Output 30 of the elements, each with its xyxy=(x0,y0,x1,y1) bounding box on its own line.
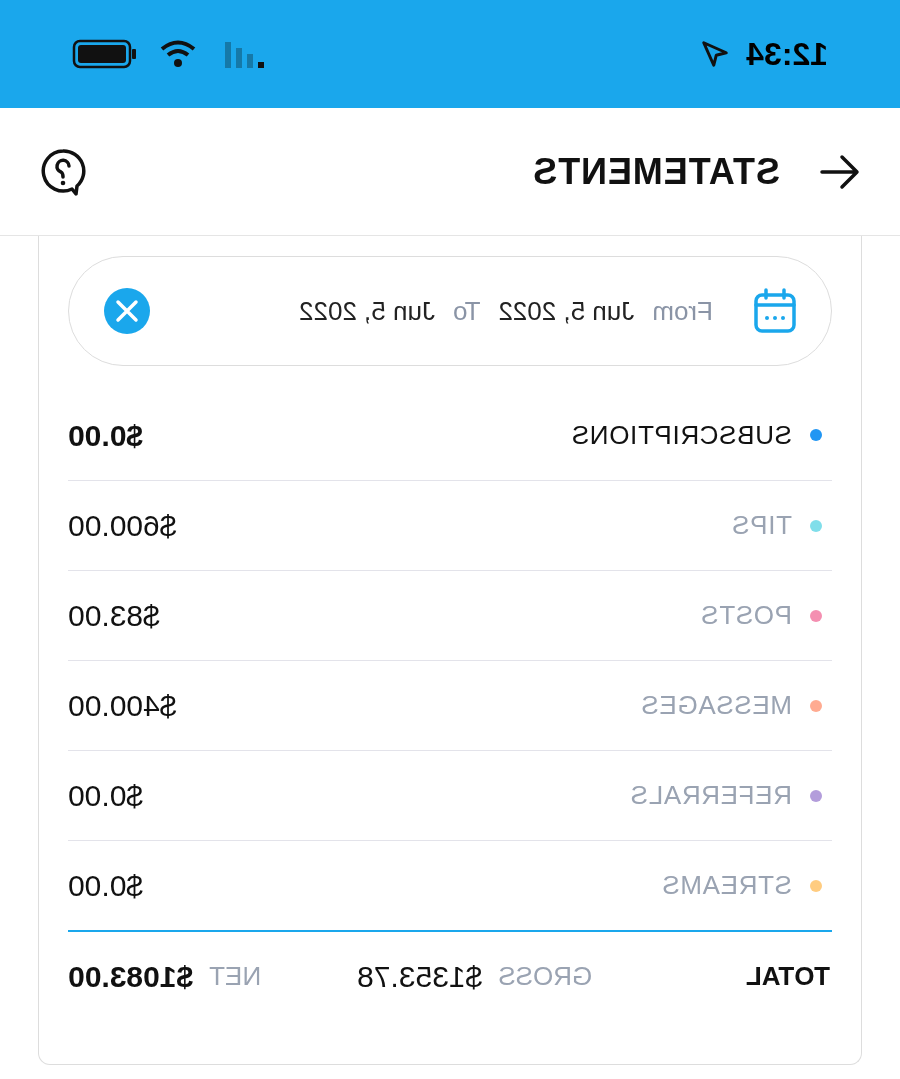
category-amount: $400.00 xyxy=(68,688,177,724)
location-arrow-icon xyxy=(700,39,731,69)
page-title: STATEMENTS xyxy=(532,149,780,194)
net-amount: $1083.00 xyxy=(68,958,194,995)
category-amount: $83.00 xyxy=(68,598,160,634)
calendar-icon xyxy=(753,288,797,334)
net-label: NET xyxy=(209,959,262,993)
to-date: Jun 5, 2022 xyxy=(299,294,435,328)
category-label: POSTS xyxy=(700,599,792,632)
status-time: 12:34 xyxy=(746,35,828,74)
wifi-icon xyxy=(160,40,196,68)
clear-button[interactable] xyxy=(103,287,151,335)
gross-label: GROSS xyxy=(498,959,593,993)
category-amount: $0.00 xyxy=(68,868,144,904)
category-amount: $0.00 xyxy=(68,417,144,454)
to-label: To xyxy=(452,294,481,328)
gross-amount: $1353.78 xyxy=(357,958,483,995)
back-arrow-icon[interactable] xyxy=(820,153,860,190)
category-label: SUBSCRIPTIONS xyxy=(571,418,792,452)
help-icon[interactable] xyxy=(40,147,86,196)
category-label: TIPS xyxy=(731,509,792,542)
total-label: TOTAL xyxy=(745,959,831,993)
category-label: STREAMS xyxy=(661,869,792,902)
category-label: MESSAGES xyxy=(640,689,792,722)
category-amount: $0.00 xyxy=(68,778,144,814)
category-amount: $600.00 xyxy=(68,508,177,544)
from-label: From xyxy=(652,294,713,328)
from-date: Jun 5, 2022 xyxy=(498,294,635,328)
battery-icon xyxy=(72,39,136,69)
category-label: REFERRALS xyxy=(630,779,792,812)
